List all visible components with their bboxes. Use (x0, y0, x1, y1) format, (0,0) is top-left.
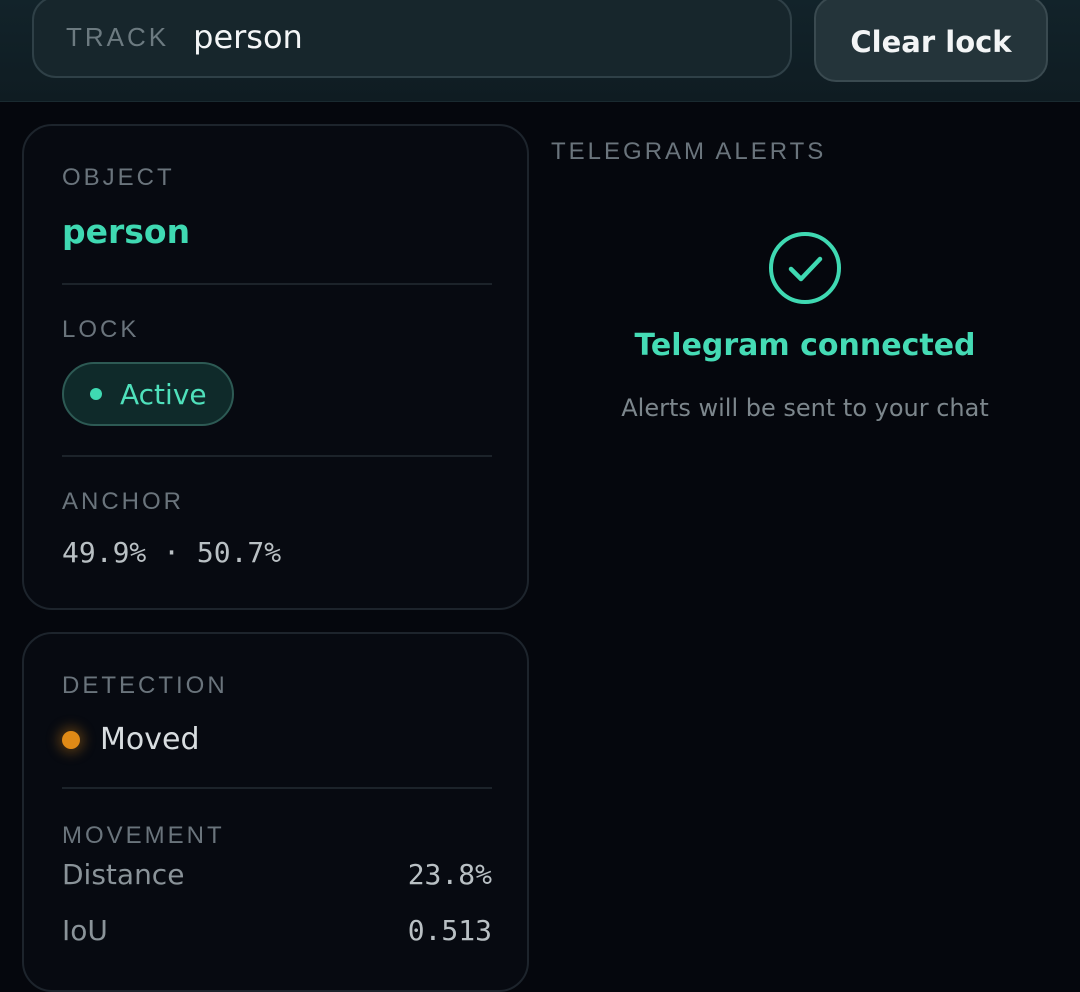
detection-label: DETECTION (62, 672, 228, 699)
check-circle-icon (769, 232, 841, 304)
status-dot-icon (90, 388, 102, 400)
metric-value: 23.8% (407, 858, 492, 891)
detection-card: DETECTION Moved MOVEMENT Distance 23.8% … (22, 632, 529, 992)
detection-status: Moved (62, 722, 200, 757)
movement-label: MOVEMENT (62, 822, 225, 849)
metric-row-distance: Distance 23.8% (62, 858, 492, 891)
divider (62, 455, 492, 457)
top-bar: TRACK Clear lock (0, 0, 1080, 102)
metric-row-iou: IoU 0.513 (62, 914, 492, 947)
metric-value: 0.513 (407, 914, 492, 947)
metric-name: IoU (62, 914, 108, 947)
object-label: OBJECT (62, 164, 175, 191)
telegram-alerts-title: TELEGRAM ALERTS (551, 138, 827, 165)
lock-status-text: Active (120, 377, 207, 411)
anchor-label: ANCHOR (62, 488, 185, 515)
lock-label: LOCK (62, 316, 140, 343)
metric-name: Distance (62, 858, 185, 891)
track-label: TRACK (66, 21, 170, 52)
clear-lock-button[interactable]: Clear lock (814, 0, 1048, 82)
warning-dot-icon (62, 730, 80, 749)
telegram-status-text: Telegram connected (634, 328, 976, 363)
detection-status-text: Moved (100, 722, 200, 757)
divider (62, 787, 492, 789)
divider (62, 283, 492, 285)
telegram-status-subtitle: Alerts will be sent to your chat (621, 394, 989, 422)
lock-status-card: OBJECT person LOCK Active ANCHOR 49.9% ·… (22, 124, 529, 610)
anchor-value: 49.9% · 50.7% (62, 536, 282, 569)
lock-status-badge: Active (62, 362, 234, 426)
track-field[interactable]: TRACK (32, 0, 792, 78)
object-value: person (62, 212, 191, 251)
track-input[interactable] (193, 18, 694, 56)
